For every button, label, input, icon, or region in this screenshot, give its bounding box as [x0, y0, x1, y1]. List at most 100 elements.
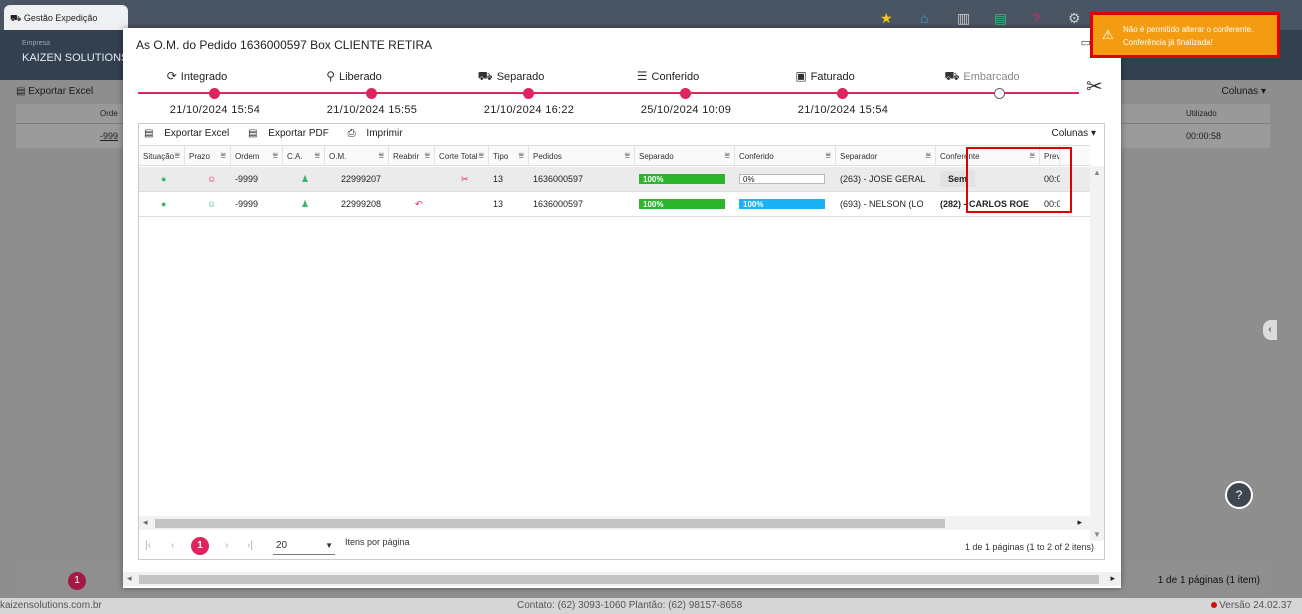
table-cell: 100%: [735, 192, 836, 216]
graduation-icon[interactable]: ⌂: [920, 10, 928, 26]
filter-icon[interactable]: ⩸: [221, 150, 226, 161]
checklist-icon: ☰: [636, 69, 648, 83]
filter-icon[interactable]: ⩸: [425, 150, 430, 161]
first-page-icon[interactable]: |‹: [145, 540, 151, 551]
table-cell: -9999: [231, 192, 283, 216]
table-cell: 100%: [635, 167, 735, 191]
truck-icon: ⛟: [10, 13, 24, 23]
export-excel-button[interactable]: ▤ Exportar Excel: [144, 128, 237, 139]
modal-title: As O.M. do Pedido 1636000597 Box CLIENTE…: [136, 38, 433, 52]
page-size-select[interactable]: 20 ▼: [273, 537, 335, 555]
column-header[interactable]: Conferido ⩸: [735, 146, 836, 166]
reopen-icon[interactable]: ↶: [393, 199, 423, 209]
export-pdf-button[interactable]: ▤ Exportar PDF: [248, 128, 337, 139]
next-page-icon[interactable]: ›: [225, 540, 228, 551]
column-header-label: C.A.: [287, 152, 303, 161]
filter-icon[interactable]: ⩸: [826, 150, 831, 161]
table-cell: ♟: [283, 167, 325, 191]
excel-icon: ▤: [144, 128, 157, 139]
column-header[interactable]: Tipo ⩸: [489, 146, 529, 166]
filter-icon[interactable]: ⩸: [519, 150, 524, 161]
chart-icon[interactable]: ▤: [994, 10, 1007, 27]
scroll-left-icon[interactable]: ◂: [143, 517, 148, 528]
side-collapse-button[interactable]: ‹: [1263, 320, 1277, 340]
columns-button[interactable]: Colunas ▾: [1051, 128, 1096, 139]
step-dot: [680, 88, 691, 99]
help-icon[interactable]: ?: [1032, 10, 1040, 26]
bg-row-order: -999: [100, 131, 119, 141]
column-header[interactable]: Corte Total ⩸: [435, 146, 489, 166]
step-dot: [837, 88, 848, 99]
warning-toast[interactable]: ⚠ Não é permitido alterar o conferente. …: [1090, 12, 1280, 58]
modal-scroll-right-icon[interactable]: ▸: [1110, 573, 1115, 584]
ordem-value: -9999: [235, 199, 259, 209]
hand-truck-icon: ⛟: [477, 69, 493, 83]
filter-icon[interactable]: ⩸: [175, 150, 180, 161]
conferente-highlight: [966, 147, 1072, 213]
status-check-icon: ●: [161, 199, 167, 209]
scroll-right-icon[interactable]: ▸: [1077, 517, 1082, 528]
last-page-icon[interactable]: ›|: [247, 540, 253, 551]
table-row[interactable]: ● ☺ -9999 ♟ 22999207 ✂ 13 1636000597 100% 0% (263)…: [139, 167, 1090, 192]
column-header[interactable]: Situação ⩸: [139, 146, 185, 166]
column-header[interactable]: Reabrir ⩸: [389, 146, 435, 166]
filter-icon[interactable]: ⩸: [725, 150, 730, 161]
tab-gestao-expedicao[interactable]: ⛟ Gestão Expedição: [4, 5, 128, 31]
column-header-label: Prazo: [189, 152, 210, 161]
column-header[interactable]: Prazo ⩸: [185, 146, 231, 166]
column-header[interactable]: Separado ⩸: [635, 146, 735, 166]
help-fab-button[interactable]: ?: [1225, 481, 1253, 509]
column-header[interactable]: Separador ⩸: [836, 146, 936, 166]
modal-scroll-left-icon[interactable]: ◂: [127, 573, 132, 584]
modal-scroll-thumb[interactable]: [139, 575, 1099, 584]
column-header[interactable]: O.M. ⩸: [325, 146, 389, 166]
vertical-scrollbar[interactable]: ▲ ▼: [1090, 166, 1104, 541]
gear-icon[interactable]: ⚙: [1068, 10, 1081, 27]
step-label-text: Faturado: [810, 71, 855, 83]
bg-header-utilizado: Utilizado: [1186, 109, 1217, 118]
pedidos-value: 1636000597: [533, 199, 584, 209]
table-cell: -9999: [231, 167, 283, 191]
column-header[interactable]: Pedidos ⩸: [529, 146, 635, 166]
filter-icon[interactable]: ⩸: [926, 150, 931, 161]
step-0: ⟳ Integrado 21/10/2024 15:54: [145, 69, 285, 116]
filter-icon[interactable]: ⩸: [273, 150, 278, 161]
tools-icon[interactable]: ✂: [1086, 74, 1103, 99]
printer-icon: ⎙: [347, 128, 359, 139]
bg-row-utilizado: 00:00:58: [1186, 131, 1222, 141]
scroll-up-icon[interactable]: ▲: [1093, 168, 1101, 177]
step-date: 21/10/2024 15:54: [169, 104, 261, 116]
filter-icon[interactable]: ⩸: [379, 150, 384, 161]
step-label-text: Conferido: [651, 71, 700, 83]
prev-page-icon[interactable]: ‹: [171, 540, 174, 551]
step-dot: [366, 88, 377, 99]
step-label-text: Integrado: [180, 71, 228, 83]
map-icon[interactable]: ▥: [957, 10, 970, 27]
step-date: 21/10/2024 15:54: [797, 104, 889, 116]
column-header-label: Ordem: [235, 152, 260, 161]
filter-icon[interactable]: ⩸: [625, 150, 630, 161]
table-cell: 0%: [735, 167, 836, 191]
current-page-button[interactable]: 1: [191, 537, 209, 555]
modal-horizontal-scrollbar[interactable]: ◂ ▸: [123, 572, 1121, 586]
deadline-icon: ☺: [207, 174, 217, 184]
horizontal-scroll-thumb[interactable]: [155, 519, 945, 528]
step-label: ⚲ Liberado: [266, 69, 442, 83]
print-button[interactable]: ⎙ Imprimir: [348, 128, 411, 139]
step-label: ▣ Faturado: [737, 69, 913, 83]
cut-icon[interactable]: ✂: [439, 174, 469, 184]
column-header[interactable]: C.A. ⩸: [283, 146, 325, 166]
filter-icon[interactable]: ⩸: [315, 150, 320, 161]
table-cell: ●: [139, 167, 185, 191]
step-date: 21/10/2024 16:22: [483, 104, 575, 116]
step-5: ⛟ Embarcado: [930, 69, 1070, 99]
toast-line-1: Não é permitido alterar o conferente.: [1123, 25, 1254, 34]
horizontal-scrollbar[interactable]: ◂ ▸: [139, 516, 1090, 530]
column-header-label: Pedidos: [533, 152, 562, 161]
filter-icon[interactable]: ⩸: [479, 150, 484, 161]
column-header[interactable]: Ordem ⩸: [231, 146, 283, 166]
table-row[interactable]: ● ☺ -9999 ♟ 22999208 ↶ 13 1636000597 100% 100% (69…: [139, 192, 1090, 217]
step-label-text: Separado: [496, 71, 545, 83]
bg-header-order: Orde: [100, 109, 118, 118]
star-icon[interactable]: ★: [880, 10, 893, 27]
